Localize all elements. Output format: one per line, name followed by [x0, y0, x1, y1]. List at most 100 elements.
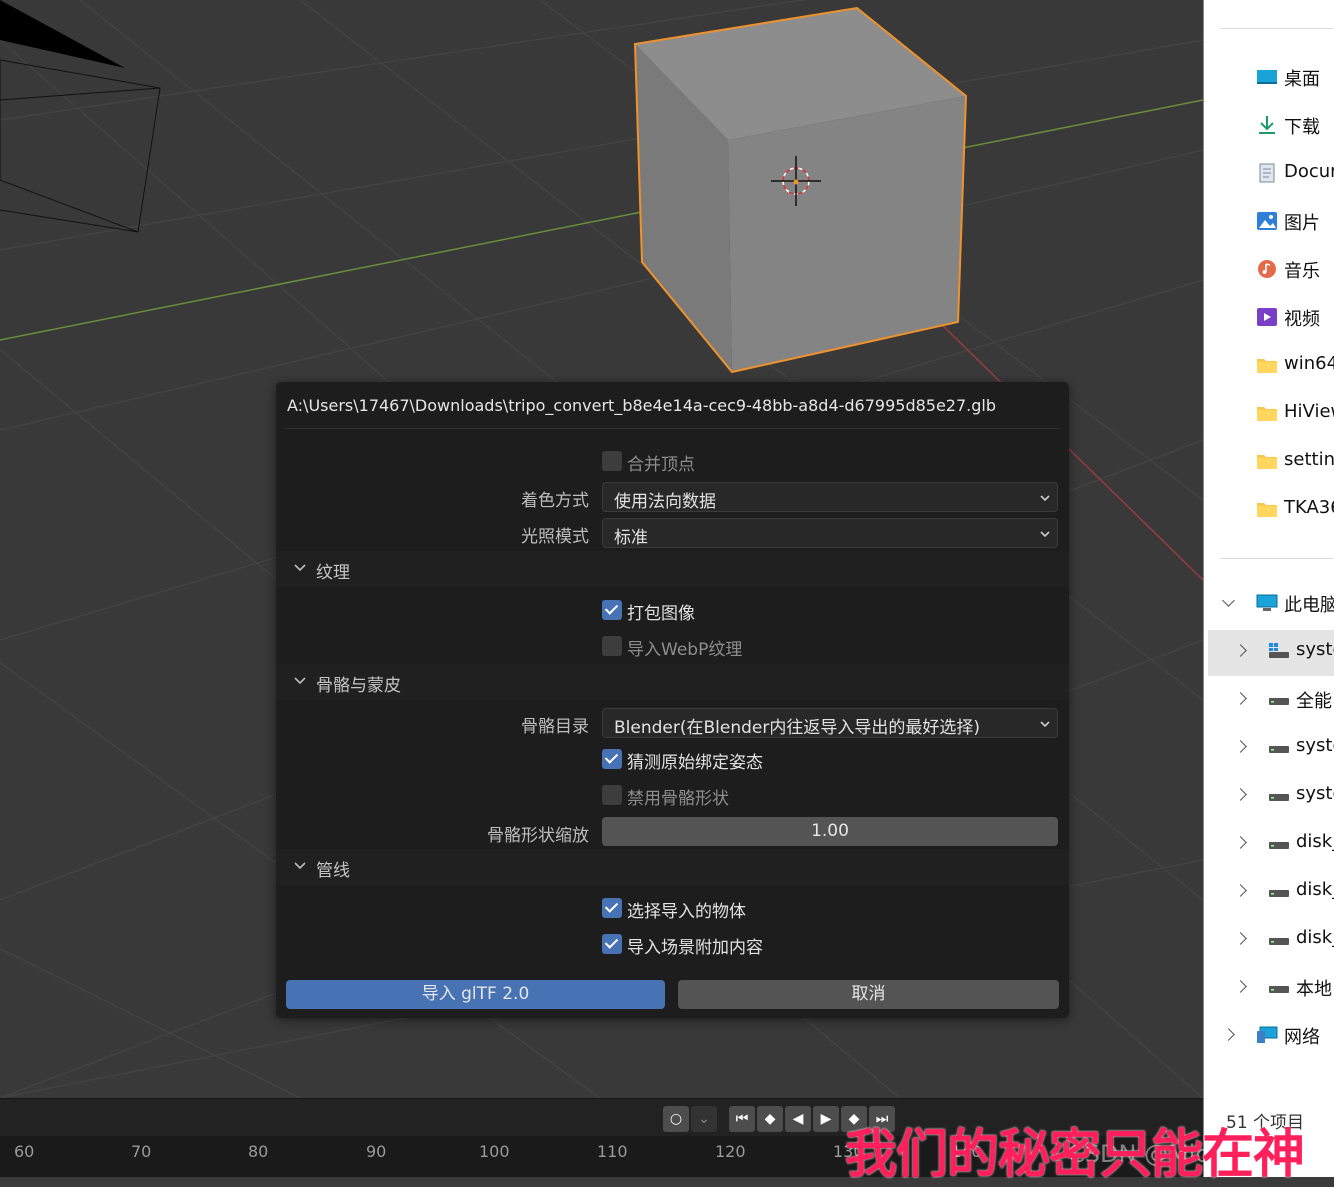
chevron-down-icon[interactable]: ⌄ [691, 1106, 717, 1132]
system-drive-icon [1269, 643, 1289, 658]
frame-tick: 100 [479, 1142, 510, 1161]
chevron-down-icon [294, 564, 306, 572]
lighting-row: 光照模式 标准 [276, 515, 1069, 551]
merge-vertices-checkbox[interactable] [602, 451, 622, 471]
disable-bone-shape-label: 禁用骨骼形状 [627, 789, 729, 809]
bone-dir-label: 骨骼目录 [521, 717, 589, 737]
select-imported-row: 选择导入的物体 [276, 890, 1069, 926]
computer-icon [1256, 594, 1278, 611]
tree-label: 全能 [1296, 691, 1332, 712]
chevron-right-icon[interactable] [1234, 884, 1247, 897]
merge-vertices-label: 合并顶点 [627, 455, 695, 475]
pictures-icon [1257, 212, 1277, 230]
tree-drive[interactable]: syste [1204, 774, 1334, 820]
select-imported-label: 选择导入的物体 [627, 902, 746, 922]
quick-access-folder[interactable]: setting [1256, 447, 1334, 477]
tree-drive[interactable]: 全能 [1204, 678, 1334, 724]
chevron-right-icon[interactable] [1234, 788, 1247, 801]
chevron-down-icon [294, 677, 306, 685]
bone-shape-scale-row: 骨骼形状缩放 1.00 [276, 814, 1069, 850]
tree-drive[interactable]: 本地 [1204, 966, 1334, 1012]
quick-access-folder[interactable]: TKA36 [1256, 495, 1334, 525]
pack-images-row: 打包图像 [276, 592, 1069, 628]
chevron-down-icon [1040, 721, 1050, 728]
tree-drive[interactable]: disk_ [1204, 822, 1334, 868]
tree-drive[interactable]: disk_ [1204, 870, 1334, 916]
frame-tick: 80 [248, 1142, 269, 1161]
quick-access-folder[interactable]: win64 [1256, 351, 1334, 381]
frame-tick: 110 [597, 1142, 628, 1161]
quick-access-videos[interactable]: 视频 [1256, 303, 1334, 333]
tree-label: 网络 [1284, 1027, 1320, 1048]
frame-tick: 90 [366, 1142, 387, 1161]
shading-label: 着色方式 [521, 491, 589, 511]
music-icon [1258, 260, 1276, 278]
frame-tick: 120 [715, 1142, 746, 1161]
import-gltf-dialog: A:\Users\17467\Downloads\tripo_convert_b… [276, 382, 1069, 1018]
quick-access-folder[interactable]: HiView [1256, 399, 1334, 429]
tree-this-pc[interactable]: 此电脑 [1204, 582, 1334, 628]
lighting-value: 标准 [614, 528, 648, 548]
file-explorer-panel: 桌面 下载 Docur 图片 音乐 视频 win64 HiView settin… [1203, 0, 1334, 1177]
bone-dir-select[interactable]: Blender(在Blender内往返导入导出的最好选择) [602, 708, 1058, 738]
chevron-right-icon[interactable] [1234, 740, 1247, 753]
quick-access-label: HiView [1284, 401, 1334, 422]
prev-keyframe-icon[interactable]: ◆ [757, 1106, 783, 1132]
quick-access-label: TKA36 [1284, 497, 1334, 518]
quick-access-music[interactable]: 音乐 [1256, 255, 1334, 285]
quick-access-desktop[interactable]: 桌面 [1256, 63, 1334, 93]
tree-network[interactable]: 网络 [1204, 1014, 1334, 1060]
guess-bind-pose-label: 猜测原始绑定姿态 [627, 753, 763, 773]
quick-access-pictures[interactable]: 图片 [1256, 207, 1334, 237]
play-reverse-icon[interactable]: ◀ [785, 1106, 811, 1132]
divider [286, 428, 1059, 429]
disable-bone-shape-checkbox[interactable] [602, 785, 622, 805]
drive-icon [1269, 794, 1289, 801]
network-icon [1257, 1026, 1278, 1043]
shading-value: 使用法向数据 [614, 492, 716, 512]
section-bones-title: 骨骼与蒙皮 [316, 676, 401, 696]
select-imported-checkbox[interactable] [602, 898, 622, 918]
section-texture[interactable]: 纹理 [276, 551, 1069, 587]
chevron-down-icon [1040, 531, 1050, 538]
guess-bind-pose-checkbox[interactable] [602, 749, 622, 769]
jump-start-icon[interactable]: ⏮ [729, 1106, 755, 1132]
shading-select[interactable]: 使用法向数据 [602, 482, 1058, 512]
drive-icon [1269, 890, 1289, 897]
section-bones[interactable]: 骨骼与蒙皮 [276, 664, 1069, 700]
import-webp-checkbox[interactable] [602, 636, 622, 656]
lighting-select[interactable]: 标准 [602, 518, 1058, 548]
record-icon[interactable]: ○ [663, 1106, 689, 1132]
chevron-right-icon[interactable] [1234, 980, 1247, 993]
quick-access-label: setting [1284, 449, 1334, 470]
chevron-right-icon[interactable] [1234, 692, 1247, 705]
section-pipeline[interactable]: 管线 [276, 849, 1069, 885]
quick-access-label: 音乐 [1284, 261, 1320, 282]
quick-access-label: 桌面 [1284, 69, 1320, 90]
tree-drive-selected[interactable]: syste [1208, 630, 1334, 676]
chevron-right-icon[interactable] [1234, 836, 1247, 849]
cancel-button[interactable]: 取消 [678, 980, 1059, 1009]
folder-icon [1257, 359, 1277, 373]
pack-images-checkbox[interactable] [602, 600, 622, 620]
tree-drive[interactable]: syste [1204, 726, 1334, 772]
folder-icon [1257, 455, 1277, 469]
lighting-label: 光照模式 [521, 527, 589, 547]
tree-label: 本地 [1296, 979, 1332, 1000]
chevron-right-icon[interactable] [1222, 1028, 1235, 1041]
play-icon[interactable]: ▶ [813, 1106, 839, 1132]
chevron-right-icon[interactable] [1234, 932, 1247, 945]
merge-vertices-row: 合并顶点 [276, 443, 1069, 479]
tree-drive[interactable]: disk_ [1204, 918, 1334, 964]
import-gltf-button[interactable]: 导入 glTF 2.0 [286, 980, 665, 1009]
drive-icon [1269, 842, 1289, 849]
import-scene-extras-checkbox[interactable] [602, 934, 622, 954]
import-scene-extras-label: 导入场景附加内容 [627, 938, 763, 958]
quick-access-documents[interactable]: Docur [1256, 159, 1334, 189]
chevron-right-icon[interactable] [1234, 644, 1247, 657]
file-path[interactable]: A:\Users\17467\Downloads\tripo_convert_b… [287, 396, 996, 415]
chevron-down-icon[interactable] [1222, 594, 1235, 607]
bone-shape-scale-field[interactable]: 1.00 [602, 817, 1058, 846]
bone-shape-scale-label: 骨骼形状缩放 [487, 826, 589, 846]
quick-access-downloads[interactable]: 下载 [1256, 111, 1334, 141]
